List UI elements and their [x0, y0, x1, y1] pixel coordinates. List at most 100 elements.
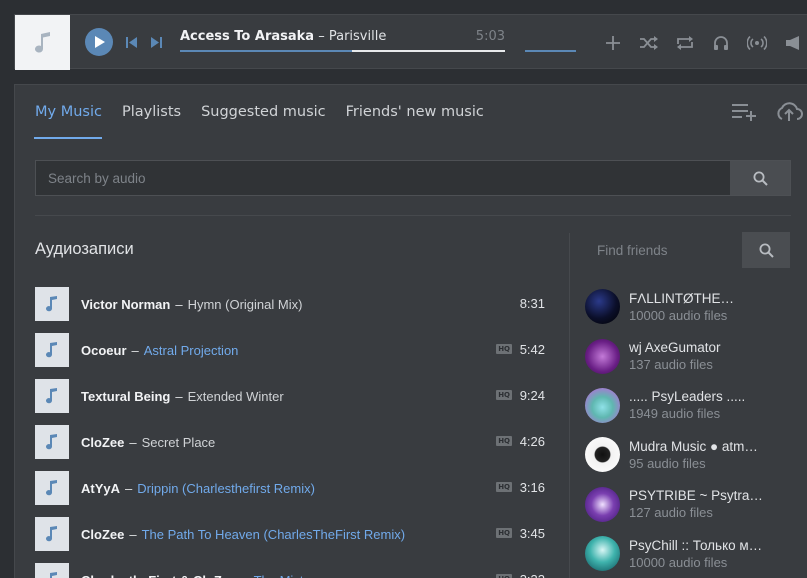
upload-button[interactable] [775, 101, 803, 123]
now-playing-separator: – [318, 29, 325, 44]
track-text: Ocoeur – Astral Projection [81, 343, 238, 358]
friends-search [585, 232, 790, 268]
track-row[interactable]: Textural Being – Extended Winter HQ 9:24 [35, 373, 545, 419]
friend-item[interactable]: Mudra Music ● atm… 95 audio files [585, 430, 795, 479]
find-friends-button[interactable] [742, 232, 790, 268]
track-row[interactable]: AtYyA – Drippin (Charlesthefirst Remix) HQ 3… [35, 465, 545, 511]
track-row[interactable]: Victor Norman – Hymn (Original Mix) 8:31 [35, 281, 545, 327]
track-text: Textural Being – Extended Winter [81, 389, 284, 404]
playback-progress-fill [180, 50, 353, 52]
track-duration: 5:42 [519, 342, 545, 357]
track-artist[interactable]: CharlestheFirst & CloZee [81, 573, 236, 578]
avatar[interactable] [585, 338, 620, 374]
friend-text: ..... PsyLeaders ..... 1949 audio files [629, 389, 769, 421]
shuffle-button[interactable] [631, 32, 667, 54]
headphones-button[interactable] [703, 32, 739, 54]
audio-search-button[interactable] [730, 161, 790, 195]
megaphone-button[interactable] [775, 32, 807, 54]
music-note-icon [50, 572, 57, 578]
previous-button[interactable] [123, 34, 139, 50]
avatar[interactable] [585, 486, 620, 522]
track-artist[interactable]: CloZee [81, 527, 124, 542]
friend-item[interactable]: wj AxeGumator 137 audio files [585, 331, 795, 380]
friend-name[interactable]: wj AxeGumator [629, 340, 769, 355]
friend-audio-count: 95 audio files [629, 455, 706, 471]
avatar[interactable] [585, 387, 620, 423]
music-note-icon [46, 296, 57, 312]
volume-slider[interactable] [525, 50, 576, 52]
friend-item[interactable]: PSYTRIBE ~ Psytran… 127 audio files [585, 480, 795, 529]
music-note-icon [34, 31, 50, 53]
track-text: CloZee – Secret Place [81, 435, 215, 450]
track-cover[interactable] [35, 287, 69, 321]
track-title[interactable]: The Mist [254, 573, 304, 578]
broadcast-button[interactable] [739, 32, 775, 54]
track-row[interactable]: CharlestheFirst & CloZee– The Mist HQ 3:32 [35, 557, 545, 578]
track-artist[interactable]: Textural Being [81, 389, 170, 404]
track-duration: 3:45 [519, 526, 545, 541]
friend-item[interactable]: ..... PsyLeaders ..... 1949 audio files [585, 381, 795, 430]
tab-my-music[interactable]: My Music [34, 85, 112, 139]
tab-playlists[interactable]: Playlists [112, 85, 191, 139]
track-artist[interactable]: CloZee [81, 435, 124, 450]
track-cover[interactable] [35, 425, 69, 459]
avatar[interactable] [585, 536, 620, 572]
add-icon [606, 36, 620, 50]
now-playing-cover [15, 15, 70, 70]
track-duration: 3:32 [520, 572, 545, 578]
hq-badge: HQ [496, 574, 512, 578]
track-separator: – [175, 388, 183, 404]
tab-suggested-music[interactable]: Suggested music [191, 85, 336, 139]
tab-friends-new-music[interactable]: Friends' new music [336, 85, 494, 139]
friend-name[interactable]: ..... PsyLeaders ..... [629, 389, 769, 404]
play-button[interactable] [85, 28, 113, 56]
friend-item[interactable]: PsyChill :: Только м… 10000 audio files [585, 529, 795, 578]
track-cover[interactable] [35, 333, 69, 367]
now-playing-artist[interactable]: Access To Arasaka [180, 29, 314, 44]
friend-audio-count: 1949 audio files [629, 406, 721, 422]
track-separator: – [129, 526, 137, 542]
track-artist[interactable]: Victor Norman [81, 297, 170, 312]
track-duration: 4:26 [519, 434, 545, 449]
friend-text: FΛLLINTØTHE… 10000 audio files [629, 291, 769, 323]
find-friends-input[interactable] [585, 232, 742, 268]
track-separator: – [131, 342, 139, 358]
friend-audio-count: 10000 audio files [629, 554, 728, 570]
track-cover[interactable] [35, 379, 69, 413]
track-title[interactable]: Astral Projection [144, 343, 239, 358]
avatar[interactable] [585, 289, 620, 325]
track-separator: – [241, 573, 248, 578]
track-duration: 3:16 [519, 480, 545, 495]
playback-progress-bar[interactable] [180, 50, 505, 52]
next-button[interactable] [148, 34, 164, 50]
add-playlist-button[interactable] [731, 101, 759, 123]
add-button[interactable] [595, 32, 631, 54]
track-artist[interactable]: AtYyA [81, 481, 120, 496]
audio-search-input[interactable] [36, 161, 730, 195]
repeat-button[interactable] [667, 32, 703, 54]
track-cover[interactable] [35, 471, 69, 505]
track-row[interactable]: Ocoeur – Astral Projection HQ 5:42 [35, 327, 545, 373]
track-title[interactable]: The Path To Heaven (CharlesTheFirst Remi… [142, 527, 405, 542]
track-cover[interactable] [35, 517, 69, 551]
friend-text: Mudra Music ● atm… 95 audio files [629, 439, 769, 471]
track-title[interactable]: Drippin (Charlesthefirst Remix) [137, 481, 315, 496]
hq-badge: HQ [496, 390, 512, 400]
track-row[interactable]: CloZee – The Path To Heaven (CharlesTheFir… [35, 511, 545, 557]
now-playing-time[interactable]: 5:03 [476, 29, 505, 44]
track-row[interactable]: CloZee – Secret Place HQ 4:26 [35, 419, 545, 465]
hq-badge: HQ [496, 436, 512, 446]
add-playlist-icon [732, 104, 756, 121]
previous-icon [125, 36, 137, 48]
friend-name[interactable]: PSYTRIBE ~ Psytran… [629, 488, 769, 503]
track-artist[interactable]: Ocoeur [81, 343, 127, 358]
friend-name[interactable]: FΛLLINTØTHE… [629, 291, 769, 306]
audio-player: Access To Arasaka – Parisville 5:03 [14, 14, 807, 70]
avatar[interactable] [585, 437, 620, 473]
friend-name[interactable]: PsyChill :: Только м… [629, 538, 769, 553]
friend-item[interactable]: FΛLLINTØTHE… 10000 audio files [585, 282, 795, 331]
track-cover[interactable] [35, 563, 69, 578]
music-note-icon [46, 434, 57, 450]
friend-name[interactable]: Mudra Music ● atm… [629, 439, 769, 454]
track-text: Victor Norman – Hymn (Original Mix) [81, 297, 302, 312]
